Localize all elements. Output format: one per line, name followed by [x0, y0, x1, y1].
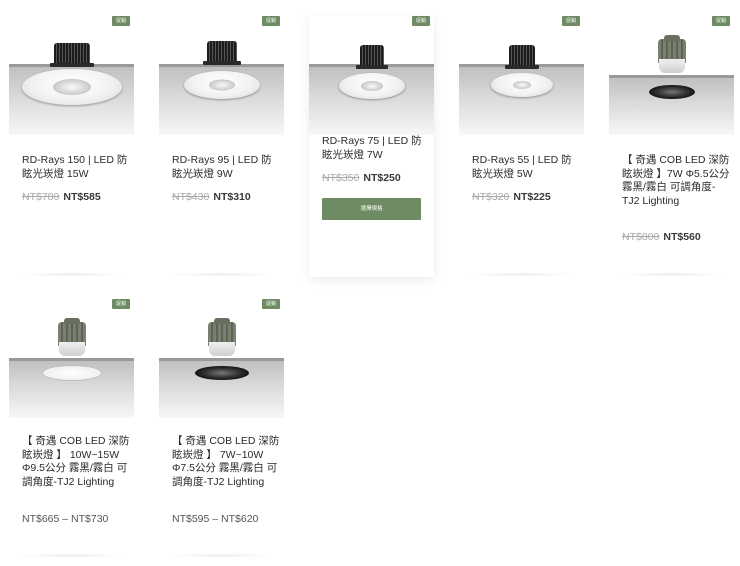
product-image[interactable]: 促銷: [9, 15, 134, 135]
original-price: NT$320: [472, 191, 510, 203]
product-price: NT$780 NT$585: [22, 191, 101, 203]
original-price: NT$800: [622, 231, 660, 243]
product-card[interactable]: 促銷 RD-Rays 75 | LED 防眩光崁燈 7W NT$350 NT$25…: [309, 15, 434, 277]
sale-badge: 促銷: [711, 16, 730, 26]
sale-badge: 促銷: [411, 16, 430, 26]
heatsink-graphic: [355, 45, 388, 69]
product-image[interactable]: 促銷: [309, 15, 434, 135]
heatsink-graphic: [202, 41, 241, 65]
product-price: NT$595 – NT$620: [172, 513, 258, 525]
product-price: NT$350 NT$250: [322, 172, 401, 184]
card-divider: [19, 273, 124, 276]
product-price: NT$320 NT$225: [472, 191, 551, 203]
sale-badge: 促銷: [261, 16, 280, 26]
product-price: NT$665 – NT$730: [22, 513, 108, 525]
downlight-ring-graphic: [490, 73, 553, 97]
cob-reflector-graphic: [208, 342, 235, 356]
downlight-ring-graphic: [338, 73, 405, 99]
original-price: NT$430: [172, 191, 210, 203]
recessed-opening-graphic: [648, 85, 695, 99]
product-image[interactable]: 促銷: [459, 15, 584, 135]
sale-price: NT$310: [213, 191, 251, 203]
price-range: NT$595 – NT$620: [172, 513, 259, 525]
sale-badge: 促銷: [111, 299, 130, 309]
downlight-ring-graphic: [183, 71, 260, 99]
sale-price: NT$560: [663, 231, 701, 243]
product-card[interactable]: 促銷 RD-Rays 150 | LED 防眩光崁燈 15W NT$780 NT$…: [9, 15, 134, 285]
price-range: NT$665 – NT$730: [22, 513, 109, 525]
product-title[interactable]: 【 奇遇 COB LED 深防眩崁燈 】7W Φ5.5公分 霧黑/霧白 可調角度…: [622, 154, 732, 208]
card-divider: [19, 554, 124, 557]
product-title[interactable]: RD-Rays 75 | LED 防眩光崁燈 7W: [322, 135, 432, 162]
product-card[interactable]: 促銷 【 奇遇 COB LED 深防眩崁燈 】 7W~10W Φ7.5公分 霧黑…: [159, 298, 284, 560]
product-image[interactable]: 促銷: [159, 15, 284, 135]
downlight-ring-graphic: [21, 69, 122, 105]
product-card[interactable]: 促銷 【 奇遇 COB LED 深防眩崁燈 】 10W~15W Φ9.5公分 霧…: [9, 298, 134, 560]
sale-badge: 促銷: [111, 16, 130, 26]
cob-reflector-graphic: [658, 59, 685, 73]
product-card[interactable]: 促銷 【 奇遇 COB LED 深防眩崁燈 】7W Φ5.5公分 霧黑/霧白 可…: [609, 15, 734, 285]
lens-graphic: [360, 81, 383, 91]
card-divider: [169, 554, 274, 557]
lens-graphic: [208, 79, 235, 91]
product-title[interactable]: RD-Rays 95 | LED 防眩光崁燈 9W: [172, 154, 282, 181]
product-title[interactable]: RD-Rays 55 | LED 防眩光崁燈 5W: [472, 154, 582, 181]
sale-price: NT$585: [63, 191, 101, 203]
recessed-opening-graphic: [194, 366, 249, 380]
product-image[interactable]: 促銷: [609, 15, 734, 135]
product-image[interactable]: 促銷: [9, 298, 134, 418]
product-title[interactable]: 【 奇遇 COB LED 深防眩崁燈 】 7W~10W Φ7.5公分 霧黑/霧白…: [172, 435, 282, 489]
heatsink-graphic: [49, 43, 94, 67]
recessed-opening-graphic: [42, 366, 101, 380]
ceiling-backdrop: [609, 75, 734, 135]
original-price: NT$780: [22, 191, 60, 203]
cob-reflector-graphic: [58, 342, 85, 356]
product-image[interactable]: 促銷: [159, 298, 284, 418]
sale-badge: 促銷: [261, 299, 280, 309]
lens-graphic: [52, 79, 91, 95]
select-options-button[interactable]: 選擇規格: [322, 198, 421, 220]
heatsink-graphic: [504, 45, 539, 69]
product-title[interactable]: RD-Rays 150 | LED 防眩光崁燈 15W: [22, 154, 132, 181]
original-price: NT$350: [322, 172, 360, 184]
product-price: NT$800 NT$560: [622, 231, 701, 243]
sale-price: NT$225: [513, 191, 551, 203]
product-card[interactable]: 促銷 RD-Rays 95 | LED 防眩光崁燈 9W NT$430 NT$31…: [159, 15, 284, 285]
sale-badge: 促銷: [561, 16, 580, 26]
card-divider: [169, 273, 274, 276]
lens-graphic: [512, 81, 531, 89]
sale-price: NT$250: [363, 172, 401, 184]
product-title[interactable]: 【 奇遇 COB LED 深防眩崁燈 】 10W~15W Φ9.5公分 霧黑/霧…: [22, 435, 132, 489]
product-price: NT$430 NT$310: [172, 191, 251, 203]
product-card[interactable]: 促銷 RD-Rays 55 | LED 防眩光崁燈 5W NT$320 NT$22…: [459, 15, 584, 285]
card-divider: [619, 273, 724, 276]
card-divider: [469, 273, 574, 276]
